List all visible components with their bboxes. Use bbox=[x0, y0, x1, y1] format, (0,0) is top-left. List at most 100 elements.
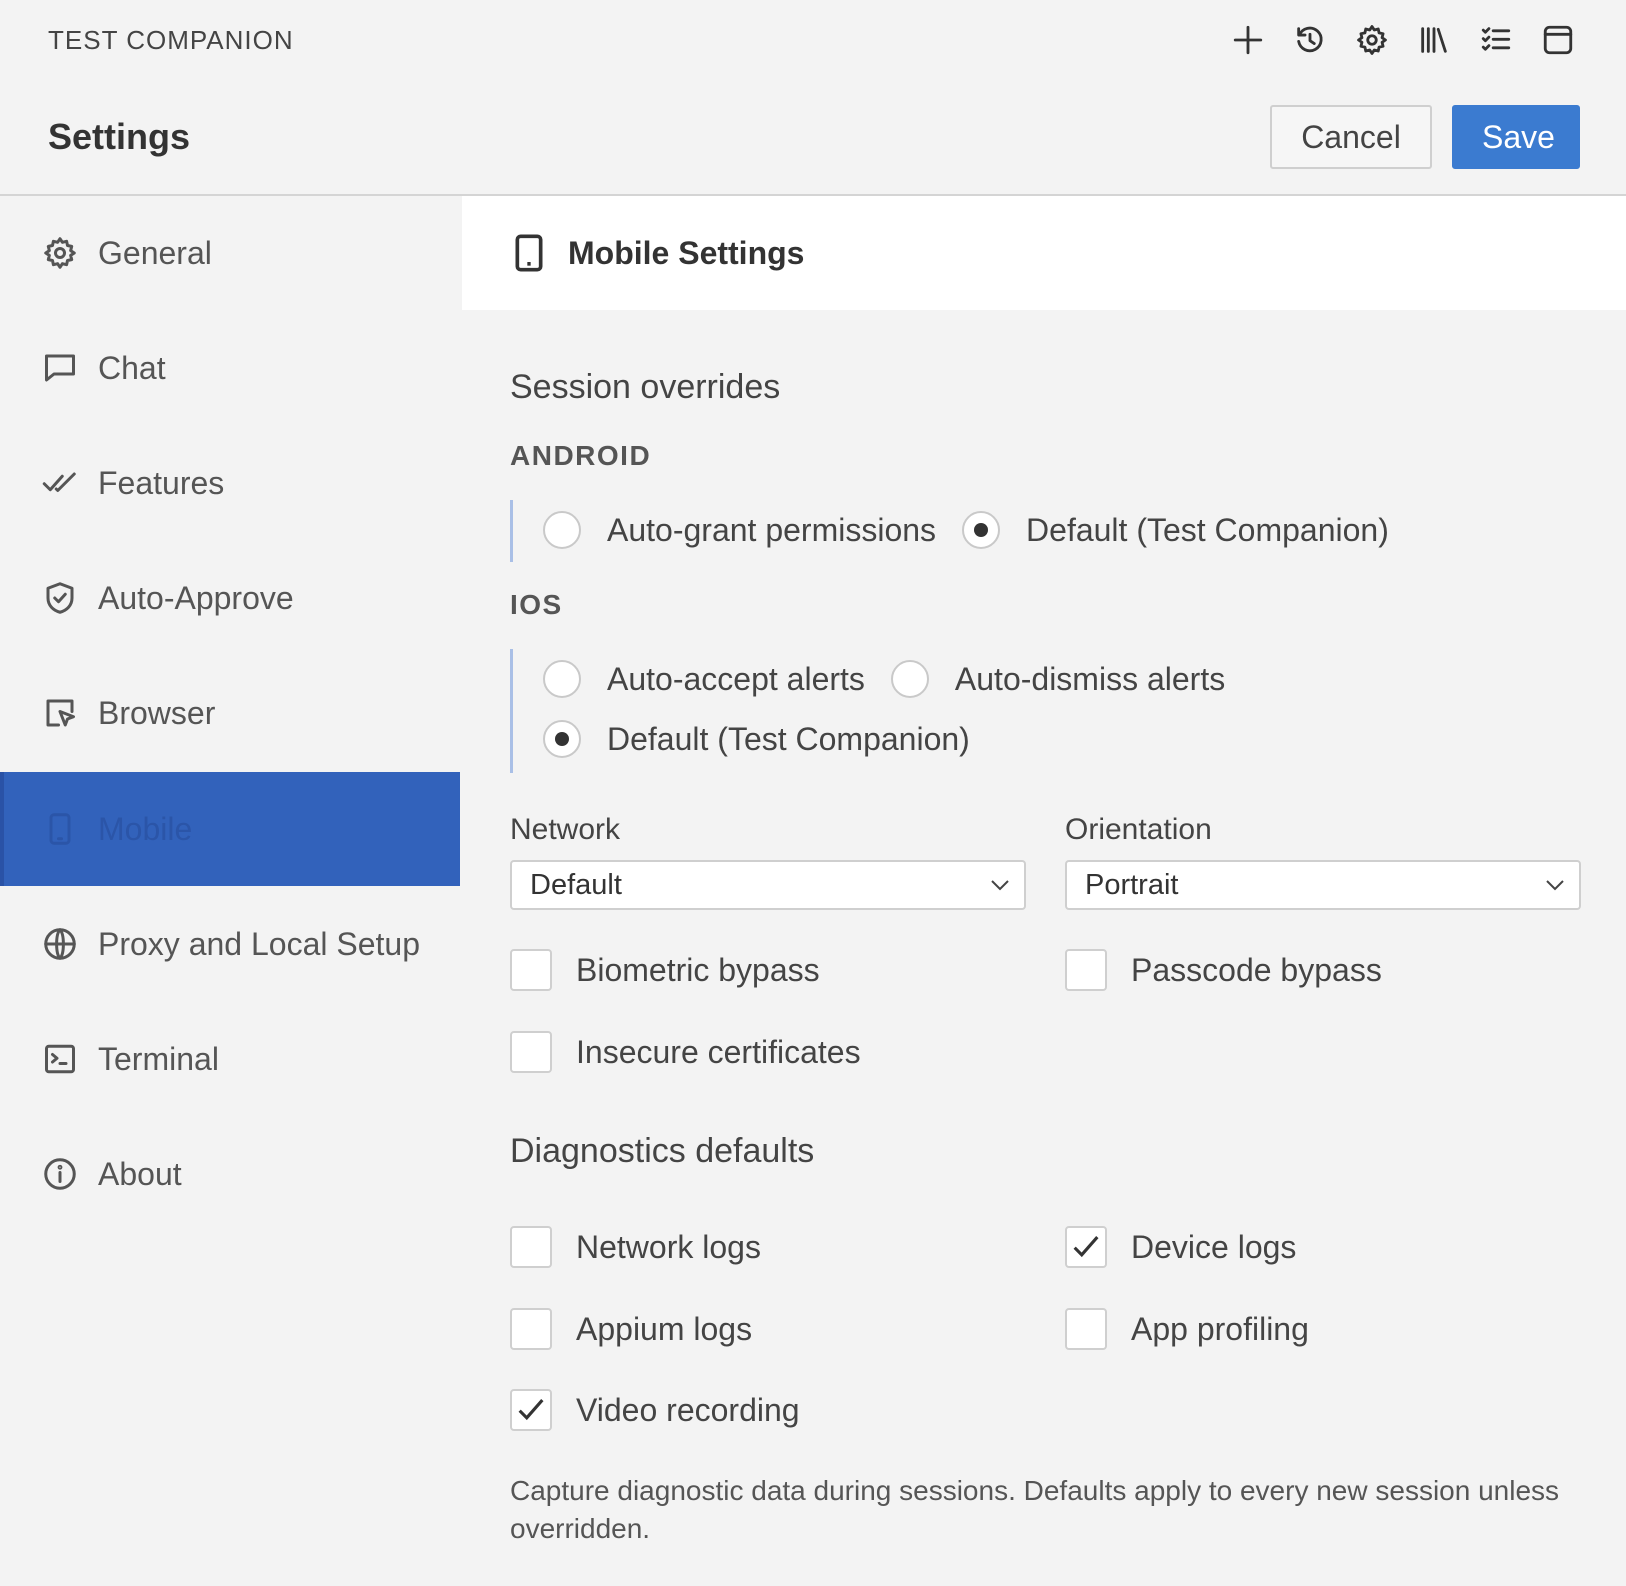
passcode-bypass-row: Passcode bypass bbox=[1065, 948, 1382, 992]
radio-auto-grant[interactable] bbox=[543, 511, 581, 549]
ios-options-row-2: Default (Test Companion) bbox=[543, 709, 1251, 769]
device-logs-checkbox[interactable] bbox=[1065, 1226, 1107, 1268]
sidebar-item-features[interactable]: Features bbox=[0, 426, 460, 540]
window-icon[interactable] bbox=[1540, 22, 1576, 58]
option-label: Auto-grant permissions bbox=[607, 511, 937, 548]
android-label: ANDROID bbox=[510, 440, 652, 471]
network-logs-checkbox[interactable] bbox=[510, 1226, 552, 1268]
orientation-select[interactable]: Portrait bbox=[1065, 860, 1581, 910]
sidebar-item-mobile[interactable]: Mobile bbox=[0, 772, 460, 886]
diagnostics-help-text: Capture diagnostic data during sessions.… bbox=[510, 1475, 1560, 1544]
toolbar-icons bbox=[1230, 22, 1576, 58]
orientation-label: Orientation bbox=[1065, 813, 1212, 846]
sidebar-item-label: Proxy and Local Setup bbox=[98, 925, 420, 962]
terminal-icon bbox=[45, 1044, 75, 1074]
checklist-icon[interactable] bbox=[1478, 22, 1514, 58]
check-label: Passcode bypass bbox=[1131, 951, 1382, 988]
mobile-settings-panel: Mobile Settings Session overrides ANDROI… bbox=[462, 196, 1626, 1586]
sidebar-item-label: Terminal bbox=[98, 1040, 219, 1077]
header-actions: Cancel Save bbox=[1270, 105, 1580, 169]
sidebar-item-terminal[interactable]: Terminal bbox=[0, 1002, 460, 1116]
sidebar-item-label: Features bbox=[98, 464, 225, 501]
radio-auto-dismiss[interactable] bbox=[890, 660, 929, 698]
sidebar: General Chat Features Auto-Approve Brows… bbox=[0, 196, 460, 1586]
sidebar-item-auto-approve[interactable]: Auto-Approve bbox=[0, 541, 460, 655]
save-button[interactable]: Save bbox=[1452, 105, 1580, 169]
app-profiling-checkbox[interactable] bbox=[1065, 1308, 1107, 1350]
biometric-bypass-row: Biometric bypass bbox=[510, 948, 820, 992]
double-check-icon bbox=[42, 472, 76, 492]
plus-icon[interactable] bbox=[1230, 22, 1266, 58]
check-label: Appium logs bbox=[576, 1310, 753, 1347]
option-label: Auto-dismiss alerts bbox=[954, 660, 1226, 697]
option-label: Auto-accept alerts bbox=[607, 660, 865, 697]
cancel-button[interactable]: Cancel bbox=[1270, 105, 1432, 169]
sidebar-item-label: Browser bbox=[98, 694, 216, 731]
mobile-icon bbox=[49, 813, 71, 845]
sidebar-item-chat[interactable]: Chat bbox=[0, 311, 460, 425]
check-label: Insecure certificates bbox=[576, 1033, 861, 1070]
check-label: Network logs bbox=[576, 1228, 761, 1265]
app-profiling-row: App profiling bbox=[1065, 1307, 1309, 1351]
sidebar-item-label: About bbox=[98, 1155, 182, 1192]
network-select[interactable]: Default bbox=[510, 860, 1026, 910]
top-bar: TEST COMPANION bbox=[0, 0, 1626, 80]
option-label: Default (Test Companion) bbox=[1026, 511, 1389, 548]
sidebar-item-label: Mobile bbox=[98, 810, 193, 847]
radio-ios-default[interactable] bbox=[543, 720, 581, 758]
chat-bubble-icon bbox=[45, 354, 75, 382]
video-recording-row: Video recording bbox=[510, 1388, 800, 1432]
radio-auto-accept[interactable] bbox=[543, 660, 581, 698]
option-label: Default (Test Companion) bbox=[607, 720, 970, 757]
chevron-down-icon bbox=[1546, 880, 1564, 891]
appium-logs-row: Appium logs bbox=[510, 1307, 752, 1351]
settings-header: Settings Cancel Save bbox=[0, 80, 1626, 196]
sidebar-item-label: General bbox=[98, 234, 212, 271]
device-logs-row: Device logs bbox=[1065, 1225, 1296, 1269]
globe-icon bbox=[44, 928, 76, 960]
history-icon[interactable] bbox=[1292, 22, 1328, 58]
sidebar-item-proxy[interactable]: Proxy and Local Setup bbox=[0, 887, 460, 1001]
sidebar-item-label: Auto-Approve bbox=[98, 579, 294, 616]
gear-icon bbox=[44, 237, 76, 269]
diagnostics-title: Diagnostics defaults bbox=[510, 1132, 815, 1170]
panel-header: Mobile Settings bbox=[462, 196, 1626, 310]
shield-check-icon bbox=[46, 582, 74, 614]
check-label: App profiling bbox=[1131, 1310, 1309, 1347]
mobile-icon bbox=[515, 234, 543, 272]
insecure-certs-row: Insecure certificates bbox=[510, 1030, 861, 1074]
sidebar-item-about[interactable]: About bbox=[0, 1117, 460, 1231]
check-label: Biometric bypass bbox=[576, 951, 820, 988]
radio-android-default[interactable] bbox=[962, 511, 1001, 549]
library-icon[interactable] bbox=[1416, 22, 1452, 58]
video-recording-checkbox[interactable] bbox=[510, 1389, 552, 1431]
app-title: TEST COMPANION bbox=[48, 24, 294, 55]
info-icon bbox=[44, 1158, 76, 1190]
session-overrides-title: Session overrides bbox=[510, 368, 781, 406]
passcode-bypass-checkbox[interactable] bbox=[1065, 949, 1107, 991]
network-label: Network bbox=[510, 813, 621, 846]
network-select-value: Default bbox=[530, 868, 622, 901]
ios-radio-group: Auto-accept alerts Auto-dismiss alerts D… bbox=[510, 649, 1251, 773]
sidebar-item-label: Chat bbox=[98, 349, 166, 386]
ios-options-row-1: Auto-accept alerts Auto-dismiss alerts bbox=[543, 649, 1251, 709]
orientation-select-value: Portrait bbox=[1085, 868, 1179, 901]
network-logs-row: Network logs bbox=[510, 1225, 761, 1269]
sidebar-item-browser[interactable]: Browser bbox=[0, 656, 460, 770]
biometric-bypass-checkbox[interactable] bbox=[510, 949, 552, 991]
appium-logs-checkbox[interactable] bbox=[510, 1308, 552, 1350]
sidebar-item-general[interactable]: General bbox=[0, 196, 460, 310]
android-radio-group: Auto-grant permissions Default (Test Com… bbox=[510, 500, 1415, 562]
ios-label: IOS bbox=[510, 589, 563, 620]
checkmark-icon bbox=[1073, 1236, 1099, 1258]
insecure-certs-checkbox[interactable] bbox=[510, 1031, 552, 1073]
gear-icon[interactable] bbox=[1354, 22, 1390, 58]
panel-title: Mobile Settings bbox=[568, 234, 805, 271]
android-options: Auto-grant permissions Default (Test Com… bbox=[543, 500, 1415, 560]
check-label: Device logs bbox=[1131, 1228, 1297, 1265]
page-title: Settings bbox=[48, 116, 191, 157]
browser-cursor-icon bbox=[46, 699, 75, 727]
checkmark-icon bbox=[518, 1399, 544, 1421]
check-label: Video recording bbox=[576, 1391, 800, 1428]
chevron-down-icon bbox=[991, 880, 1009, 891]
